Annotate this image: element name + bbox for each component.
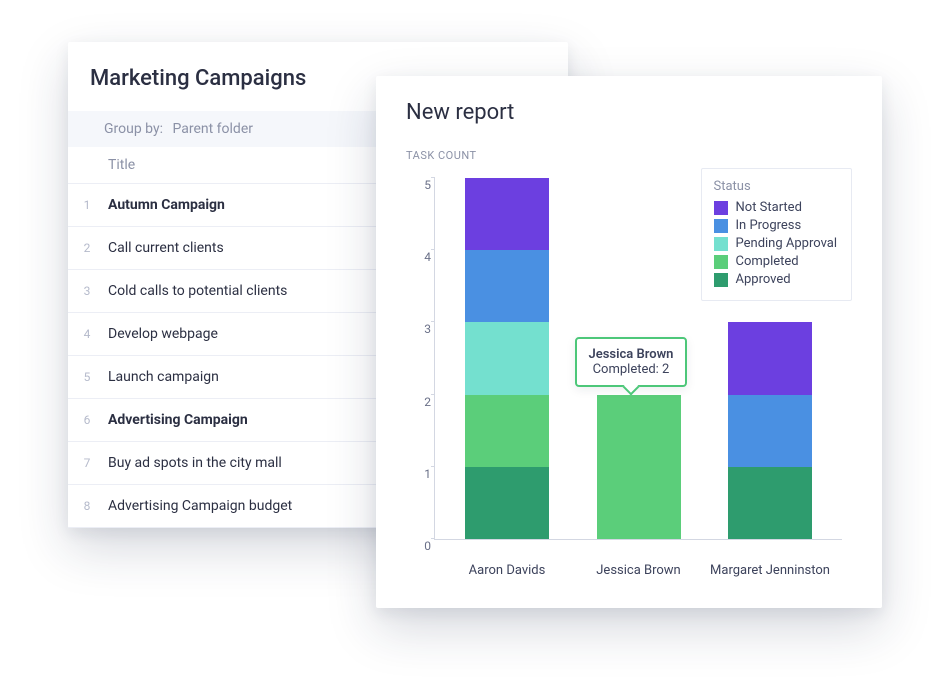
- row-title[interactable]: Autumn Campaign: [96, 184, 420, 227]
- row-num: 3: [68, 270, 96, 313]
- card-title: New report: [406, 100, 852, 131]
- row-num: 2: [68, 227, 96, 270]
- row-num: 8: [68, 485, 96, 528]
- groupby-value[interactable]: Parent folder: [172, 121, 253, 137]
- row-num: 5: [68, 356, 96, 399]
- chart-segment-completed[interactable]: [597, 395, 681, 539]
- y-tick: 3: [411, 322, 431, 336]
- row-title[interactable]: Develop webpage: [96, 313, 420, 356]
- x-label: Margaret Jenninston: [710, 563, 830, 579]
- y-tick: 1: [411, 467, 431, 481]
- chart-ylabel: TASK COUNT: [406, 131, 852, 168]
- chart-segment-approved[interactable]: [728, 467, 812, 539]
- x-label: Jessica Brown: [579, 563, 699, 579]
- report-card: New report TASK COUNT Status Not Started…: [376, 76, 882, 608]
- tooltip-name: Jessica Brown: [589, 347, 674, 362]
- row-title[interactable]: Buy ad spots in the city mall: [96, 442, 420, 485]
- x-label: Aaron Davids: [447, 563, 567, 579]
- row-num: 7: [68, 442, 96, 485]
- chart-segment-pending[interactable]: [465, 322, 549, 394]
- col-num: [68, 147, 96, 184]
- y-tick: 5: [411, 178, 431, 192]
- row-num: 6: [68, 399, 96, 442]
- chart-tooltip: Jessica Brown Completed: 2: [575, 337, 688, 387]
- row-title[interactable]: Advertising Campaign: [96, 399, 420, 442]
- y-tick: 0: [411, 539, 431, 553]
- chart-segment-completed[interactable]: [465, 395, 549, 467]
- groupby-label: Group by:: [104, 121, 163, 137]
- y-tick: 2: [411, 395, 431, 409]
- col-title[interactable]: Title: [96, 147, 420, 184]
- row-num: 4: [68, 313, 96, 356]
- chart-segment-approved[interactable]: [465, 467, 549, 539]
- row-title[interactable]: Call current clients: [96, 227, 420, 270]
- row-title[interactable]: Advertising Campaign budget: [96, 485, 420, 528]
- y-tick: 4: [411, 250, 431, 264]
- chart-segment-in-progress[interactable]: [728, 395, 812, 467]
- chart-bar[interactable]: Margaret Jenninston: [728, 322, 812, 539]
- row-title[interactable]: Cold calls to potential clients: [96, 270, 420, 313]
- chart-bar[interactable]: Jessica Brown: [597, 395, 681, 539]
- chart-bar[interactable]: Aaron Davids: [465, 178, 549, 539]
- row-title[interactable]: Launch campaign: [96, 356, 420, 399]
- row-num: 1: [68, 184, 96, 227]
- chart-segment-in-progress[interactable]: [465, 250, 549, 322]
- tooltip-text: Completed: 2: [589, 362, 674, 377]
- chart-segment-not-started[interactable]: [465, 178, 549, 250]
- chart-segment-not-started[interactable]: [728, 322, 812, 394]
- chart: Status Not StartedIn ProgressPending App…: [406, 168, 852, 588]
